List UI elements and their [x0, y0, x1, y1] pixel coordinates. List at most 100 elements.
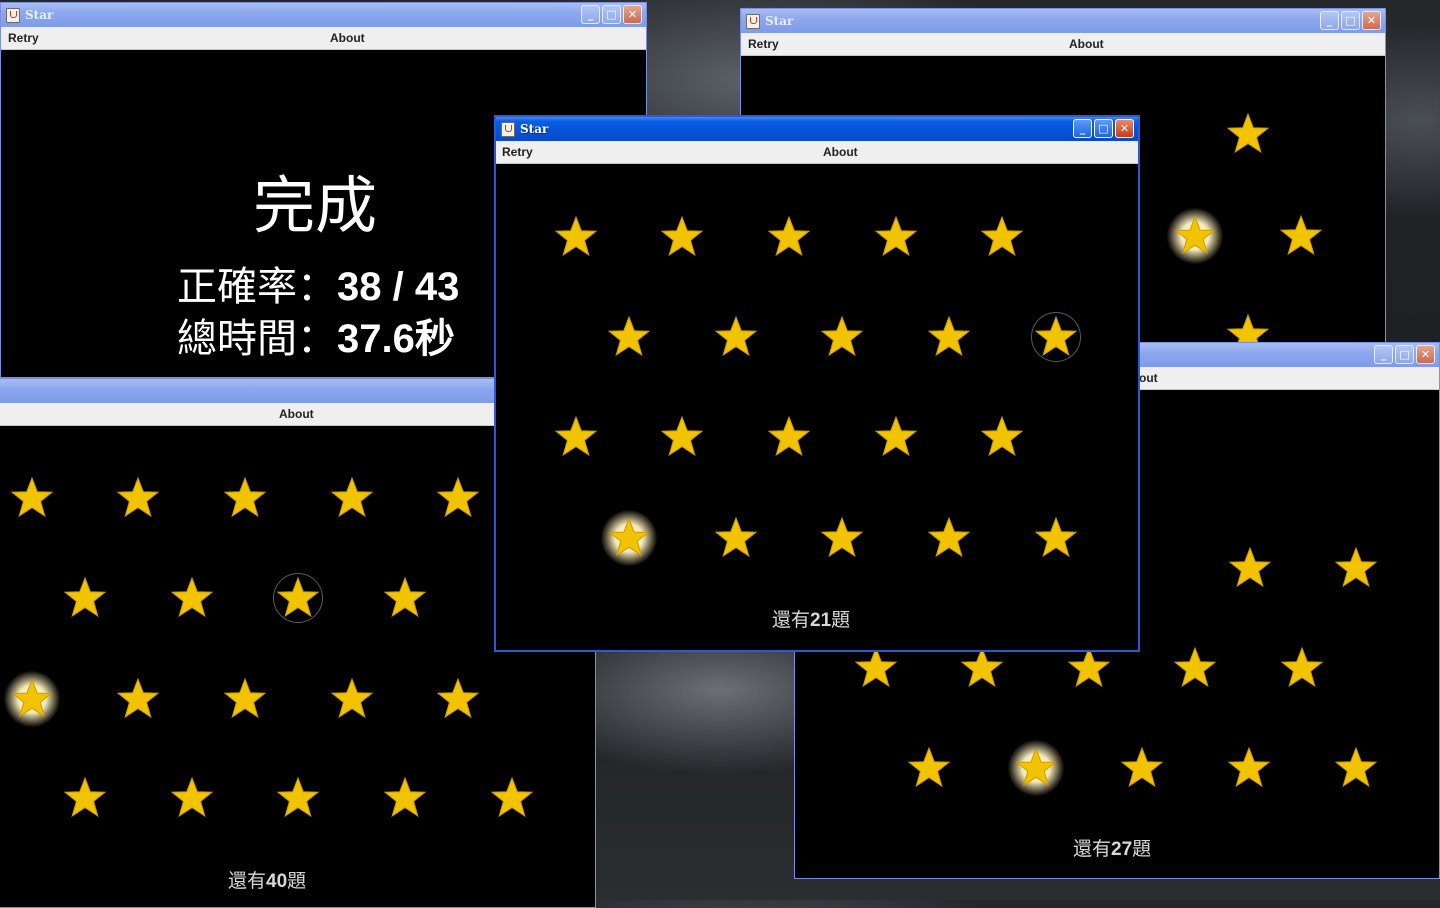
remaining-counter: 還有27題 — [1073, 834, 1151, 861]
star[interactable] — [874, 215, 918, 259]
menu-about[interactable]: About — [330, 31, 365, 45]
time-value: 37.6秒 — [337, 317, 455, 361]
star-board: 還有21題 — [496, 164, 1138, 650]
star[interactable] — [1227, 746, 1271, 790]
star[interactable] — [554, 215, 598, 259]
star[interactable] — [660, 215, 704, 259]
star[interactable] — [276, 776, 320, 820]
done-heading: 完成 — [253, 169, 378, 242]
star[interactable] — [63, 576, 107, 620]
accuracy-label: 正確率： — [177, 264, 337, 310]
menu-bar: Retry About — [741, 33, 1385, 56]
star[interactable] — [170, 576, 214, 620]
time-row: 總時間：37.6秒 — [177, 306, 455, 364]
star[interactable] — [1279, 214, 1323, 258]
star-selected[interactable] — [1008, 740, 1064, 796]
maximize-icon[interactable]: □ — [1094, 119, 1113, 138]
minimize-icon[interactable]: _ — [1320, 11, 1339, 30]
star[interactable] — [63, 776, 107, 820]
remaining-suffix: 題 — [287, 870, 307, 892]
star[interactable] — [1226, 112, 1270, 156]
star[interactable] — [960, 646, 1004, 690]
java-cup-icon[interactable] — [6, 7, 20, 23]
window-title: Star — [765, 14, 794, 28]
star[interactable] — [714, 516, 758, 560]
remaining-prefix: 還有 — [228, 870, 267, 892]
menu-retry[interactable]: Retry — [502, 145, 533, 159]
minimize-icon[interactable]: _ — [1073, 119, 1092, 138]
star[interactable] — [767, 415, 811, 459]
close-icon[interactable]: ✕ — [623, 5, 642, 24]
close-icon[interactable]: ✕ — [1115, 119, 1134, 138]
star[interactable] — [874, 415, 918, 459]
remaining-prefix: 還有 — [1073, 838, 1112, 860]
menu-about[interactable]: About — [823, 145, 858, 159]
star[interactable] — [907, 746, 951, 790]
star[interactable] — [1067, 646, 1111, 690]
maximize-icon[interactable]: □ — [1395, 345, 1414, 364]
star[interactable] — [330, 476, 374, 520]
star[interactable] — [1120, 746, 1164, 790]
menu-bar: Retry About — [496, 141, 1138, 164]
star[interactable] — [1334, 746, 1378, 790]
remaining-suffix: 題 — [1132, 838, 1152, 860]
star[interactable] — [554, 415, 598, 459]
menu-about[interactable]: About — [279, 407, 314, 421]
star[interactable] — [383, 576, 427, 620]
star[interactable] — [116, 476, 160, 520]
star[interactable] — [223, 677, 267, 721]
star-target[interactable] — [273, 573, 323, 623]
star[interactable] — [1280, 646, 1324, 690]
star[interactable] — [820, 516, 864, 560]
star[interactable] — [1228, 546, 1272, 590]
star-selected[interactable] — [601, 510, 657, 566]
java-cup-icon[interactable] — [746, 13, 760, 29]
star[interactable] — [820, 315, 864, 359]
menu-about[interactable]: About — [1069, 37, 1104, 51]
title-bar[interactable]: Star _ □ ✕ — [1, 3, 646, 27]
star[interactable] — [490, 776, 534, 820]
window-title: Star — [25, 8, 54, 22]
star[interactable] — [927, 516, 971, 560]
time-label: 總時間： — [177, 316, 337, 362]
star[interactable] — [223, 476, 267, 520]
star[interactable] — [660, 415, 704, 459]
star[interactable] — [607, 315, 651, 359]
minimize-icon[interactable]: _ — [581, 5, 600, 24]
star[interactable] — [10, 476, 54, 520]
star[interactable] — [854, 646, 898, 690]
minimize-icon[interactable]: _ — [1374, 345, 1393, 364]
star[interactable] — [1334, 546, 1378, 590]
star[interactable] — [1173, 646, 1217, 690]
star[interactable] — [714, 315, 758, 359]
menu-retry[interactable]: Retry — [8, 31, 39, 45]
star[interactable] — [1034, 516, 1078, 560]
star[interactable] — [436, 476, 480, 520]
star[interactable] — [383, 776, 427, 820]
maximize-icon[interactable]: □ — [602, 5, 621, 24]
close-icon[interactable]: ✕ — [1416, 345, 1435, 364]
accuracy-row: 正確率：38 / 43 — [177, 254, 459, 312]
remaining-count: 27 — [1111, 839, 1133, 860]
menu-retry[interactable]: Retry — [748, 37, 779, 51]
star-selected[interactable] — [1167, 208, 1223, 264]
title-bar[interactable]: Star _ □ ✕ — [496, 117, 1138, 141]
remaining-count: 40 — [266, 871, 288, 892]
star[interactable] — [980, 215, 1024, 259]
star[interactable] — [170, 776, 214, 820]
close-icon[interactable]: ✕ — [1362, 11, 1381, 30]
star[interactable] — [116, 677, 160, 721]
title-bar[interactable]: Star _ □ ✕ — [741, 9, 1385, 33]
star[interactable] — [980, 415, 1024, 459]
star[interactable] — [436, 677, 480, 721]
star-window-active: Star _ □ ✕ Retry About 還有21題 — [494, 115, 1140, 652]
menu-bar: Retry About — [1, 27, 646, 50]
star-target[interactable] — [1031, 312, 1081, 362]
star-selected[interactable] — [4, 671, 60, 727]
star[interactable] — [330, 677, 374, 721]
star[interactable] — [927, 315, 971, 359]
star[interactable] — [767, 215, 811, 259]
java-cup-icon[interactable] — [501, 121, 515, 137]
maximize-icon[interactable]: □ — [1341, 11, 1360, 30]
window-title: Star — [520, 122, 549, 136]
